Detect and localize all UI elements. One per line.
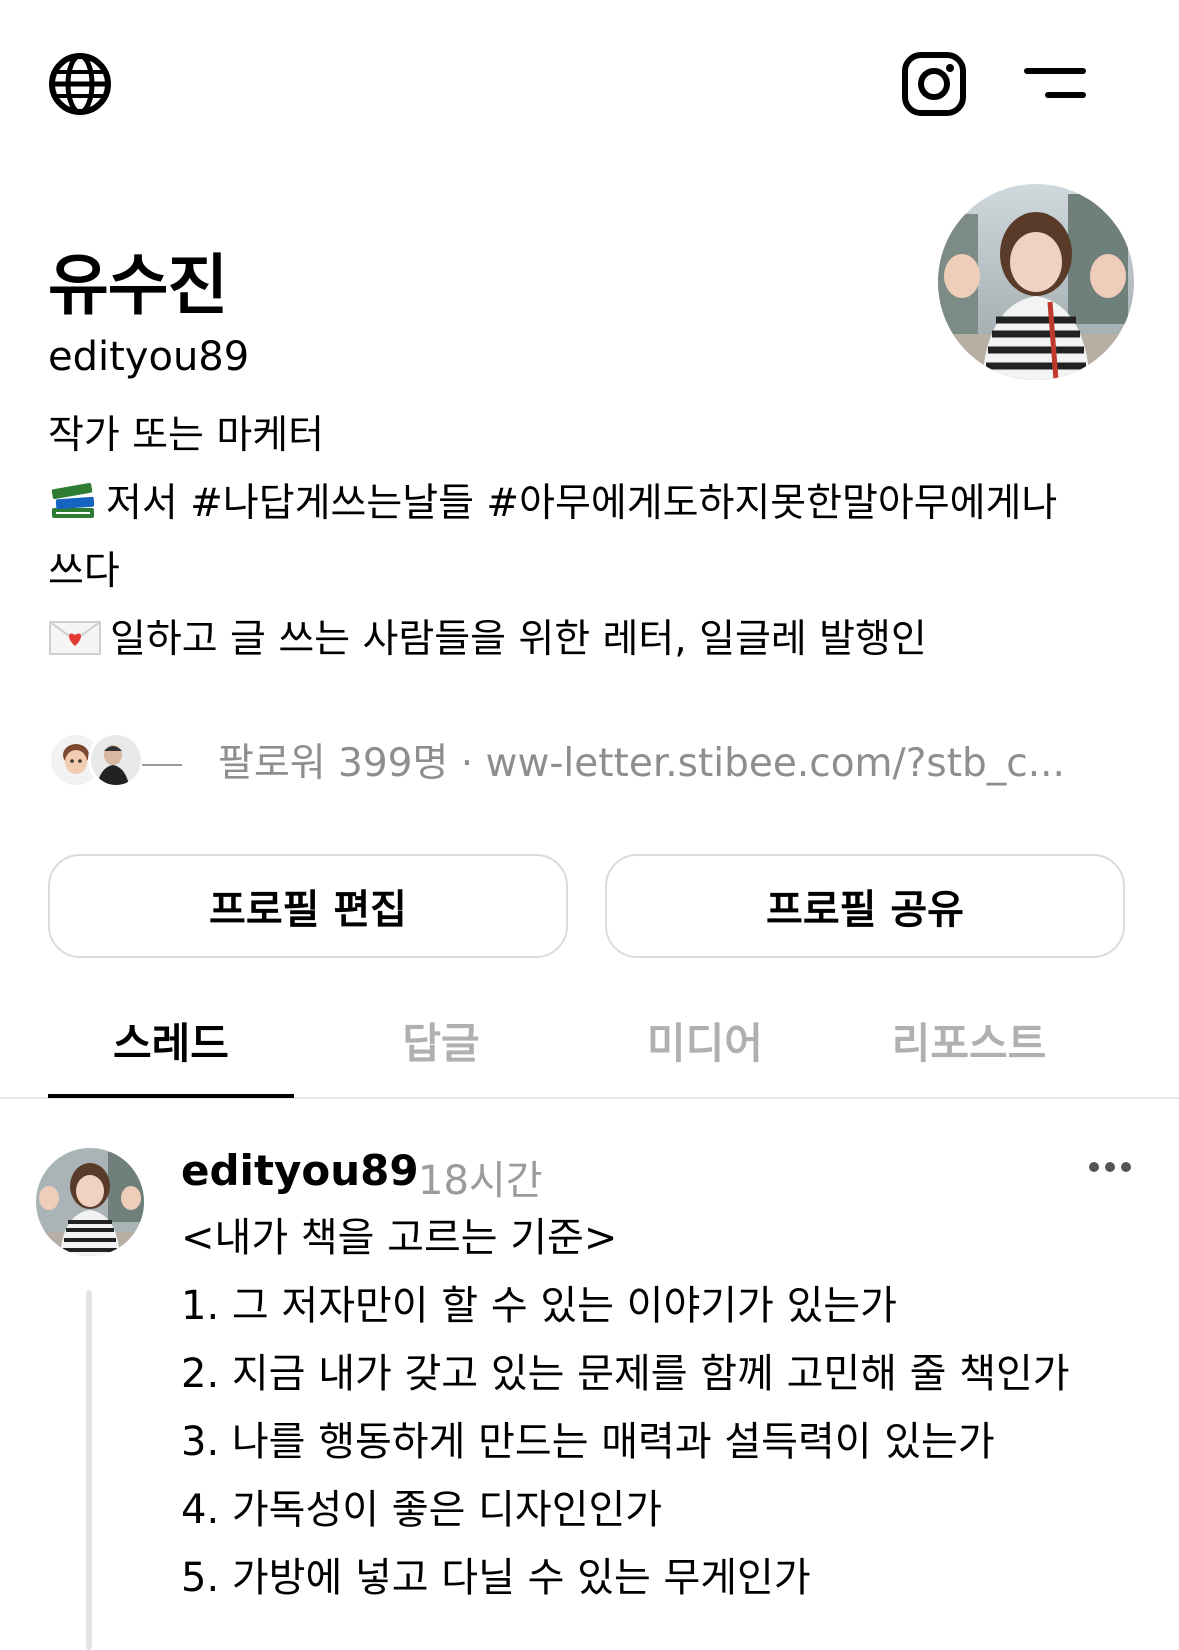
post-text-line: 3. 나를 행동하게 만드는 매력과 설득력이 있는가 <box>181 1419 995 1465</box>
profile-tabs: 스레드 답글 미디어 리포스트 <box>0 1010 1179 1100</box>
thread-connector-line <box>86 1290 92 1650</box>
menu-icon[interactable] <box>1024 66 1086 102</box>
display-name: 유수진 <box>48 247 228 324</box>
username: edityou89 <box>48 334 250 380</box>
active-tab-indicator <box>48 1094 294 1098</box>
follower-avatar <box>88 732 144 788</box>
bio-line-books-cont: 쓰다 <box>48 549 120 594</box>
instagram-icon[interactable] <box>900 50 968 118</box>
bio-books-text: 저서 #나답게쓰는날들 #아무에게도하지못한말아무에게나 <box>106 481 1058 526</box>
bio-line-books: 저서 #나답게쓰는날들 #아무에게도하지못한말아무에게나 <box>48 478 1057 536</box>
post-author-avatar[interactable] <box>36 1148 144 1256</box>
bio-newsletter-text: 일하고 글 쓰는 사람들을 위한 레터, 일글레 발행인 <box>110 617 927 662</box>
bio-line-newsletter: 일하고 글 쓰는 사람들을 위한 레터, 일글레 발행인 <box>48 614 927 672</box>
more-dots-icon[interactable] <box>1088 1158 1132 1177</box>
follower-brand-logo <box>142 755 182 766</box>
edit-profile-button[interactable]: 프로필 편집 <box>48 854 568 958</box>
tab-reposts[interactable]: 리포스트 <box>846 1010 1092 1071</box>
followers-row[interactable]: 팔로워 399명 · ww-letter.stibee.com/?stb_c..… <box>48 730 1138 790</box>
love-letter-emoji-icon <box>48 618 102 672</box>
books-emoji-icon <box>48 478 98 536</box>
tab-threads[interactable]: 스레드 <box>48 1010 294 1071</box>
post-timestamp: 18시간 <box>418 1158 543 1204</box>
post-text-line: 4. 가독성이 좋은 디자인인가 <box>181 1487 663 1533</box>
post-text-line: 5. 가방에 넣고 다닐 수 있는 무게인가 <box>181 1555 811 1601</box>
tab-replies[interactable]: 답글 <box>318 1010 564 1071</box>
post-text-line: 2. 지금 내가 갖고 있는 문제를 함께 고민해 줄 책인가 <box>181 1351 1070 1397</box>
globe-icon[interactable] <box>46 50 114 118</box>
post-text-line: <내가 책을 고르는 기준> <box>181 1215 618 1261</box>
bio-line-role: 작가 또는 마케터 <box>48 413 324 458</box>
tab-media[interactable]: 미디어 <box>582 1010 828 1071</box>
share-profile-button[interactable]: 프로필 공유 <box>605 854 1125 958</box>
post-author-name[interactable]: edityou89 <box>181 1146 419 1195</box>
post-text-line: 1. 그 저자만이 할 수 있는 이야기가 있는가 <box>181 1283 897 1329</box>
followers-count-link[interactable]: 팔로워 399명 · ww-letter.stibee.com/?stb_c..… <box>218 732 1065 788</box>
profile-avatar[interactable] <box>938 184 1134 380</box>
